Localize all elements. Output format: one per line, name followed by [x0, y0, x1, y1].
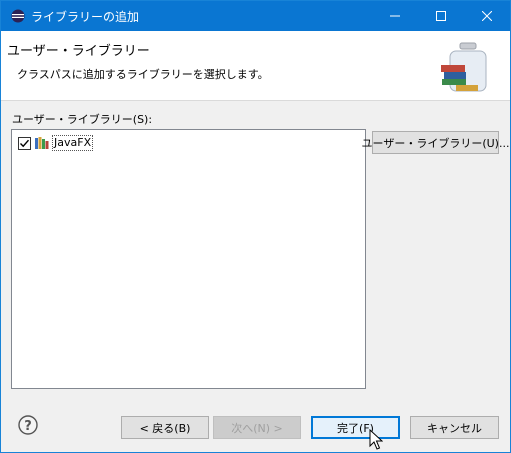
dialog-window: ライブラリーの追加 ユーザー・ライブラリー クラスパスに追加するライブラリーを選… — [0, 0, 511, 453]
finish-button[interactable]: 完了(F) — [311, 416, 400, 439]
title-bar[interactable]: ライブラリーの追加 — [1, 1, 510, 31]
window-title: ライブラリーの追加 — [31, 10, 140, 24]
close-icon — [482, 11, 492, 21]
maximize-icon — [436, 11, 446, 21]
help-icon[interactable]: ? — [18, 415, 38, 435]
svg-text:?: ? — [24, 419, 32, 434]
next-button[interactable]: 次へ(N) > — [213, 416, 301, 439]
checkmark-icon — [20, 139, 30, 147]
close-button[interactable] — [464, 1, 510, 31]
cancel-button[interactable]: キャンセル — [410, 416, 499, 439]
library-checkbox[interactable] — [18, 136, 31, 150]
minimize-icon — [390, 15, 400, 17]
page-title: ユーザー・ライブラリー — [7, 44, 150, 59]
library-list[interactable]: JavaFX — [11, 129, 366, 389]
library-icon — [35, 137, 49, 149]
user-library-label: ユーザー・ライブラリー(S): — [12, 113, 153, 126]
wizard-header: ユーザー・ライブラリー クラスパスに追加するライブラリーを選択します。 — [1, 31, 510, 101]
page-description: クラスパスに追加するライブラリーを選択します。 — [17, 68, 269, 81]
back-button[interactable]: < 戻る(B) — [121, 416, 209, 439]
eclipse-icon — [11, 9, 25, 23]
maximize-button[interactable] — [418, 1, 464, 31]
minimize-button[interactable] — [372, 1, 418, 31]
user-libraries-button[interactable]: ユーザー・ライブラリー(U)... — [362, 131, 509, 154]
library-item-label: JavaFX — [52, 135, 94, 151]
library-jar-icon — [441, 42, 487, 92]
list-item[interactable]: JavaFX — [18, 134, 94, 152]
mouse-pointer-icon — [369, 429, 383, 450]
